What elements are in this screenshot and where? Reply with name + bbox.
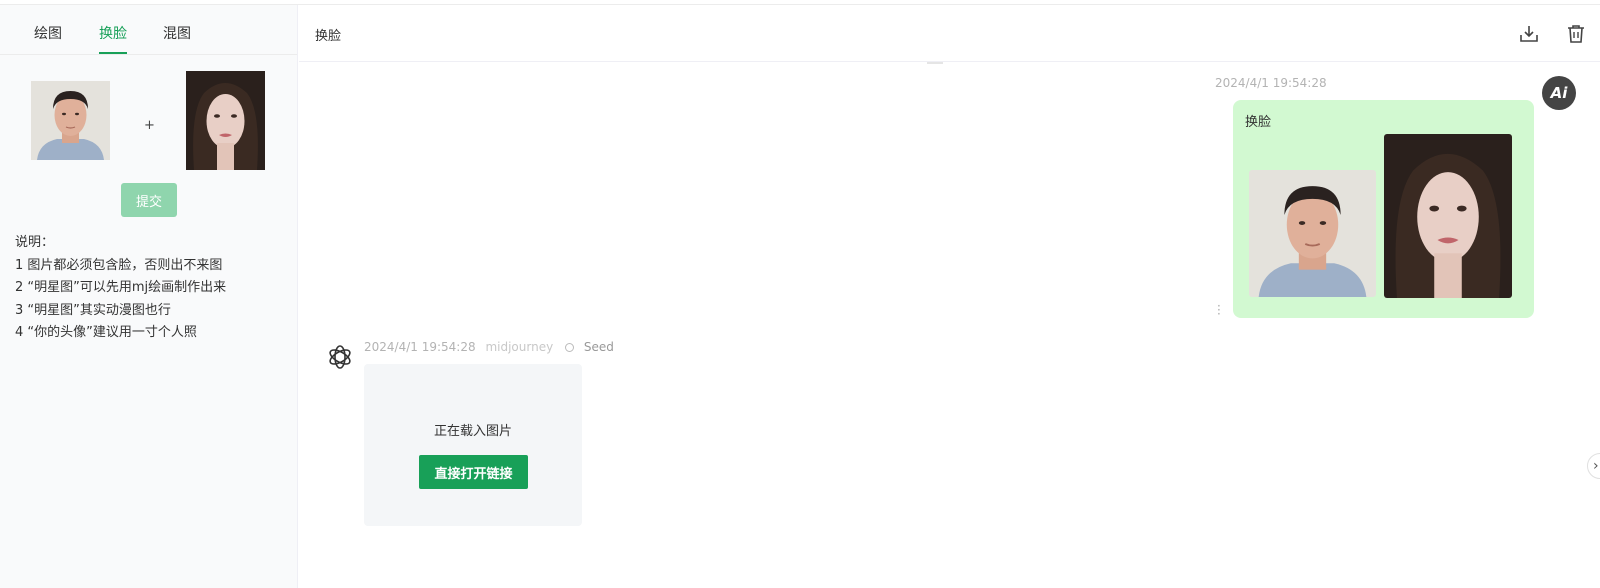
- instruction-line: 3 “明星图”其实动漫图也行: [15, 302, 171, 318]
- model-name: midjourney: [485, 340, 554, 354]
- download-icon[interactable]: [1518, 23, 1540, 45]
- page-title: 换脸: [315, 29, 342, 44]
- drag-handle[interactable]: [927, 62, 943, 64]
- more-options-icon[interactable]: · · ·: [1217, 300, 1221, 320]
- tab-blend[interactable]: 混图: [163, 23, 191, 43]
- your-face-upload[interactable]: [31, 81, 110, 160]
- bot-message-time: 2024/4/1 19:54:28: [364, 340, 476, 354]
- openai-logo-icon: [325, 342, 355, 372]
- instructions: 说明： 1 图片都必须包含脸，否则出不来图 2 “明星图”可以先用mj绘画制作出…: [15, 232, 226, 345]
- seed-icon: [565, 343, 574, 352]
- user-message-time: 2024/4/1 19:54:28: [1215, 76, 1327, 90]
- star-face-upload[interactable]: [186, 71, 265, 170]
- star-face-image[interactable]: [1384, 134, 1512, 298]
- chat-header: 换脸: [299, 5, 1600, 62]
- user-message-bubble: 换脸: [1233, 100, 1534, 318]
- bot-message-bubble: 正在载入图片 直接打开链接: [364, 364, 582, 526]
- open-link-button[interactable]: 直接打开链接: [419, 455, 528, 489]
- mode-tabs: 绘图 换脸 混图: [0, 5, 297, 55]
- instruction-line: 2 “明星图”可以先用mj绘画制作出来: [15, 280, 227, 295]
- bot-message-meta: 2024/4/1 19:54:28 midjourney Seed: [364, 340, 614, 354]
- instructions-title: 说明：: [15, 235, 55, 250]
- submit-button[interactable]: 提交: [121, 183, 177, 217]
- tab-faceswap[interactable]: 换脸: [99, 23, 127, 43]
- user-face-image[interactable]: [1249, 170, 1376, 297]
- instruction-line: 4 “你的头像”建议用一寸个人照: [15, 325, 197, 340]
- chevron-right-icon[interactable]: ›: [1587, 453, 1600, 479]
- trash-icon[interactable]: [1565, 23, 1587, 45]
- plus-sign: +: [144, 118, 155, 133]
- chat-area: 2024/4/1 19:54:28 Ai 换脸 · · · 2024/4/1 1…: [299, 62, 1600, 588]
- tab-draw[interactable]: 绘图: [34, 23, 62, 43]
- seed-label[interactable]: Seed: [584, 340, 614, 354]
- user-message-text: 换脸: [1245, 115, 1272, 130]
- loading-text: 正在载入图片: [433, 424, 512, 439]
- user-avatar: Ai: [1542, 76, 1576, 110]
- instruction-line: 1 图片都必须包含脸，否则出不来图: [15, 257, 223, 273]
- sidebar: 绘图 换脸 混图 + 提交 说明： 1 图片都必须包含脸，否则出不来图 2 “明…: [0, 5, 298, 588]
- active-tab-indicator: [99, 52, 127, 54]
